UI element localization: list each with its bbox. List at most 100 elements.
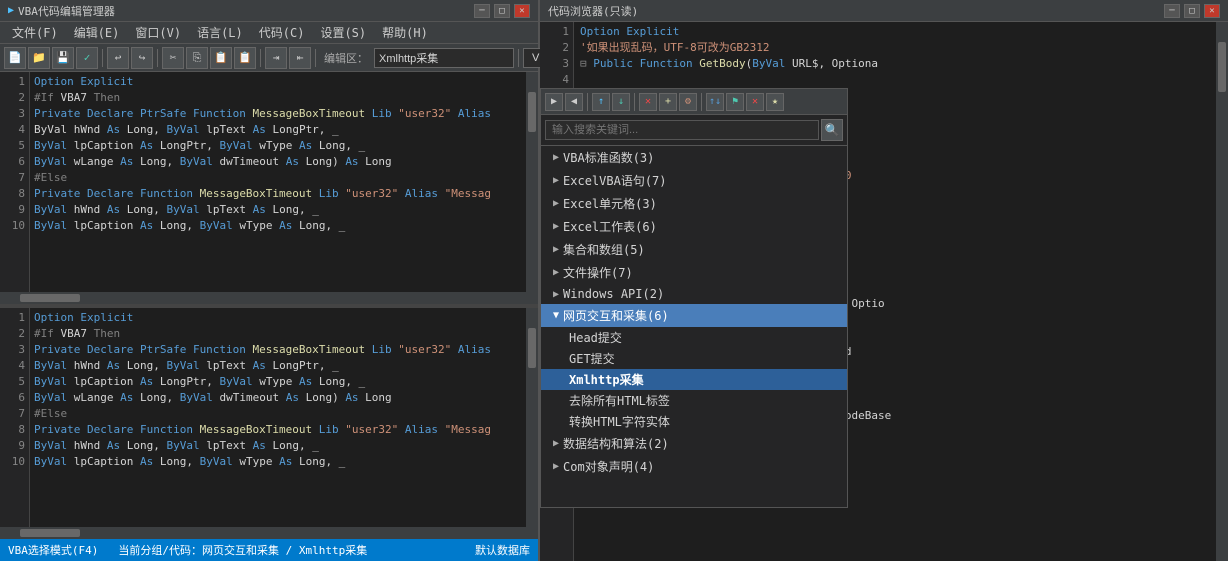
sub-item-0[interactable]: Head提交 [541,327,847,348]
group-item-6[interactable]: ▶ Windows API(2) [541,284,847,304]
editor-label: 编辑区： [320,50,372,66]
function-dropdown-panel: ▶ ◀ ↑ ↓ ✕ + ⚙ ↑↓ ⚑ ✕ ★ 🔍 ▶ VBA标准函数(3) [540,88,848,508]
dropdown-sep2 [634,93,635,111]
line-numbers-bottom: 12345 678910 [0,308,30,528]
right-minimize-button[interactable]: ─ [1164,4,1180,18]
sub-item-1[interactable]: GET提交 [541,348,847,369]
dropdown-list[interactable]: ▶ VBA标准函数(3) ▶ ExcelVBA语句(7) ▶ Excel单元格(… [541,146,847,507]
dropdown-btn11[interactable]: ★ [766,93,784,111]
dropdown-btn7[interactable]: ⚙ [679,93,697,111]
toolbar-save[interactable]: 💾 [52,47,74,69]
dropdown-btn10[interactable]: ✕ [746,93,764,111]
status-db: 默认数据库 [475,542,530,558]
status-mode: VBA选择模式(F4) [8,542,98,558]
menu-edit[interactable]: 编辑(E) [66,22,128,43]
dropdown-btn6[interactable]: + [659,93,677,111]
group-item-2[interactable]: ▶ Excel单元格(3) [541,192,847,215]
expand-icon-1: ▶ [553,175,559,186]
group-label-9: Com对象声明(4) [563,458,654,475]
dropdown-search-button[interactable]: 🔍 [821,119,843,141]
group-item-7[interactable]: ▼ 网页交互和采集(6) [541,304,847,327]
expand-icon-2: ▶ [553,198,559,209]
toolbar-sep5 [518,49,519,67]
expand-icon-0: ▶ [553,152,559,163]
scrollbar-v-bottom[interactable] [526,308,538,528]
status-current: 当前分组/代码：网页交互和采集 / Xmlhttp采集 [118,542,367,558]
toolbar-sep2 [157,49,158,67]
toolbar-check[interactable]: ✓ [76,47,98,69]
dropdown-toolbar: ▶ ◀ ↑ ↓ ✕ + ⚙ ↑↓ ⚑ ✕ ★ [541,89,847,115]
toolbar-sep1 [102,49,103,67]
menu-help[interactable]: 帮助(H) [374,22,436,43]
toolbar-open[interactable]: 📁 [28,47,50,69]
expand-icon-3: ▶ [553,221,559,232]
dropdown-btn9[interactable]: ⚑ [726,93,744,111]
maximize-button[interactable]: □ [494,4,510,18]
app-icon: ▶ [8,5,14,16]
group-item-4[interactable]: ▶ 集合和数组(5) [541,238,847,261]
group-item-1[interactable]: ▶ ExcelVBA语句(7) [541,169,847,192]
group-label-7: 网页交互和采集(6) [563,307,669,324]
right-close-button[interactable]: ✕ [1204,4,1220,18]
toolbar-outdent[interactable]: ⇤ [289,47,311,69]
toolbar-undo[interactable]: ↩ [107,47,129,69]
sub-item-2[interactable]: Xmlhttp采集 [541,369,847,390]
group-label-3: Excel工作表(6) [563,218,657,235]
group-label-6: Windows API(2) [563,287,664,301]
dropdown-btn2[interactable]: ◀ [565,93,583,111]
left-window-title: VBA代码编辑管理器 [18,3,474,19]
toolbar-new[interactable]: 📄 [4,47,26,69]
scrollbar-h-top[interactable] [0,292,538,304]
right-window-title: 代码浏览器(只读) [548,3,1164,19]
dropdown-btn4[interactable]: ↓ [612,93,630,111]
right-maximize-button[interactable]: □ [1184,4,1200,18]
toolbar-paste2[interactable]: 📋 [234,47,256,69]
menu-file[interactable]: 文件(F) [4,22,66,43]
close-button[interactable]: ✕ [514,4,530,18]
dropdown-btn1[interactable]: ▶ [545,93,563,111]
expand-icon-4: ▶ [553,244,559,255]
toolbar-paste[interactable]: 📋 [210,47,232,69]
dropdown-sep3 [701,93,702,111]
expand-icon-6: ▶ [553,289,559,300]
group-item-5[interactable]: ▶ 文件操作(7) [541,261,847,284]
main-toolbar: 📄 📁 💾 ✓ ↩ ↪ ✂ ⎘ 📋 📋 ⇥ ⇤ 编辑区： VBA函数或过程 [0,44,538,72]
toolbar-indent[interactable]: ⇥ [265,47,287,69]
group-item-9[interactable]: ▶ Com对象声明(4) [541,455,847,478]
scrollbar-h-bottom[interactable] [0,527,538,539]
sub-item-4[interactable]: 转换HTML字符实体 [541,411,847,432]
dropdown-btn8[interactable]: ↑↓ [706,93,724,111]
line-numbers-top: 12345 678910 [0,72,30,292]
toolbar-copy[interactable]: ⎘ [186,47,208,69]
menu-settings[interactable]: 设置(S) [312,22,374,43]
menu-language[interactable]: 语言(L) [189,22,251,43]
expand-icon-5: ▶ [553,267,559,278]
group-label-5: 文件操作(7) [563,264,633,281]
expand-icon-9: ▶ [553,461,559,472]
group-item-8[interactable]: ▶ 数据结构和算法(2) [541,432,847,455]
toolbar-sep4 [315,49,316,67]
dropdown-btn3[interactable]: ↑ [592,93,610,111]
expand-icon-7: ▼ [553,310,559,321]
menu-code[interactable]: 代码(C) [251,22,313,43]
code-area-top[interactable]: Option Explicit #If VBA7 Then Private De… [30,72,526,292]
right-title-bar: 代码浏览器(只读) ─ □ ✕ [540,0,1228,22]
menu-window[interactable]: 窗口(V) [127,22,189,43]
group-label-8: 数据结构和算法(2) [563,435,669,452]
menu-bar: 文件(F) 编辑(E) 窗口(V) 语言(L) 代码(C) 设置(S) 帮助(H… [0,22,538,44]
status-bar: VBA选择模式(F4) 当前分组/代码：网页交互和采集 / Xmlhttp采集 … [0,539,538,561]
left-title-bar: ▶ VBA代码编辑管理器 ─ □ ✕ [0,0,538,22]
minimize-button[interactable]: ─ [474,4,490,18]
toolbar-cut[interactable]: ✂ [162,47,184,69]
dropdown-btn5[interactable]: ✕ [639,93,657,111]
editor-input[interactable] [374,48,514,68]
toolbar-redo[interactable]: ↪ [131,47,153,69]
sub-item-3[interactable]: 去除所有HTML标签 [541,390,847,411]
scrollbar-v-top[interactable] [526,72,538,292]
expand-icon-8: ▶ [553,438,559,449]
group-item-0[interactable]: ▶ VBA标准函数(3) [541,146,847,169]
code-area-bottom[interactable]: Option Explicit #If VBA7 Then Private De… [30,308,526,528]
browser-scrollbar[interactable] [1216,22,1228,561]
dropdown-search-input[interactable] [545,120,819,140]
group-item-3[interactable]: ▶ Excel工作表(6) [541,215,847,238]
